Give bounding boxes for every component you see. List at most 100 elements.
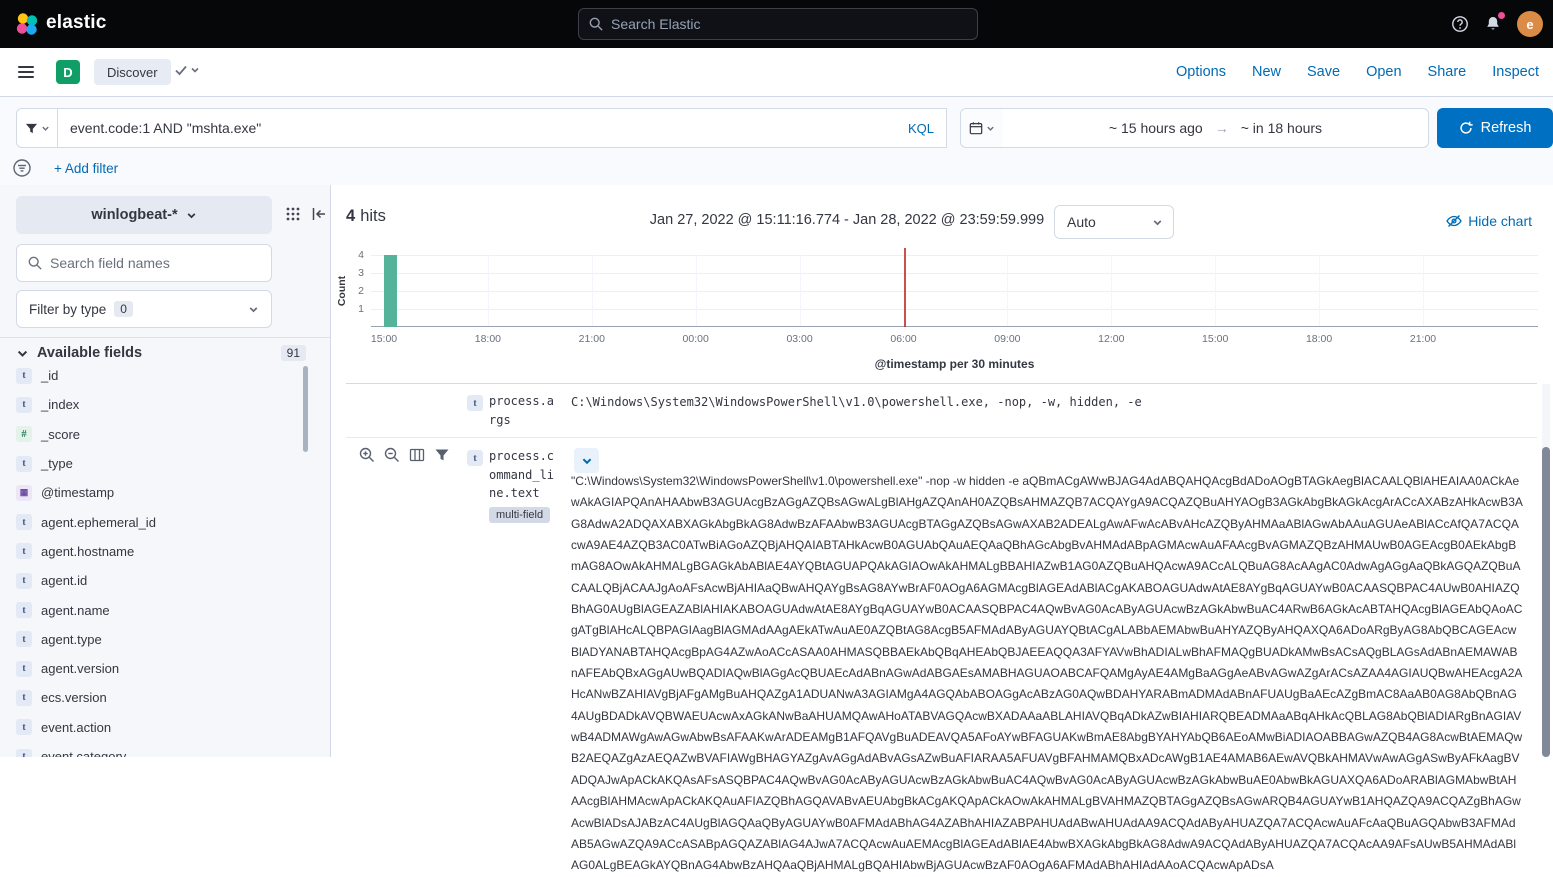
field-list-item[interactable]: t agent.id [0,566,302,595]
collapse-value-button[interactable] [574,448,599,473]
field-name: ecs.version [41,690,107,706]
field-list-item[interactable]: t event.category [0,742,302,757]
filter-for-value-icon[interactable] [359,447,375,463]
query-language-button[interactable]: KQL [908,121,934,136]
chevron-down-icon [41,126,49,131]
x-axis-tick-label: 18:00 [1305,333,1333,345]
chart-gridline-v [1423,255,1424,327]
field-type-icon: t [467,450,483,466]
field-list: t _id t _index # _score t _type ▦ @times… [0,361,302,757]
refresh-label: Refresh [1480,120,1532,136]
elastic-logo-icon[interactable] [14,11,40,37]
time-marker-line [903,248,906,327]
field-list-item[interactable]: t agent.ephemeral_id [0,507,302,536]
field-type-icon: ▦ [16,484,32,501]
date-quick-select-button[interactable] [960,108,1004,148]
nav-action-link[interactable]: Share [1428,64,1467,80]
x-axis-tick-label: 18:00 [474,333,502,345]
field-list-item[interactable]: t agent.hostname [0,537,302,566]
field-name: agent.name [41,602,110,618]
index-pattern-switcher[interactable]: winlogbeat-* [16,196,272,234]
filter-by-type-select[interactable]: Filter by type 0 [16,290,272,328]
breadcrumb[interactable]: Discover [94,59,171,85]
filter-settings-icon[interactable] [12,158,32,178]
nav-action-link[interactable]: Options [1176,64,1226,80]
filter-out-value-icon[interactable] [384,447,400,463]
x-axis-tick-label: 00:00 [682,333,709,345]
field-type-icon: t [16,689,32,706]
sidebar-scrollbar-thumb[interactable] [303,366,308,452]
global-header: elastic Search Elastic e [0,0,1553,48]
doc-row-actions [359,447,450,463]
histogram-interval-select[interactable]: Auto [1054,205,1174,239]
chevron-down-icon [187,212,196,218]
field-type-icon: t [16,396,32,413]
search-icon [28,256,42,270]
field-search-placeholder: Search field names [50,255,170,271]
table-scrollbar-thumb[interactable] [1542,447,1550,757]
chevron-down-icon [17,350,28,357]
x-axis-tick-label: 21:00 [578,333,605,345]
query-input[interactable]: event.code:1 AND "mshta.exe" KQL [57,108,947,148]
field-list-item[interactable]: t _id [0,361,302,390]
field-type-icon: t [16,572,32,589]
chart-gridline-v [591,255,593,327]
filter-by-type-label: Filter by type [29,301,107,317]
field-options-icon[interactable] [285,206,301,222]
nav-action-link[interactable]: Inspect [1492,64,1539,80]
calendar-icon [969,122,983,135]
field-list-item[interactable]: t agent.type [0,625,302,654]
x-axis-tick-label: 06:00 [890,333,917,345]
time-range-end[interactable]: ~ in 18 hours [1241,120,1322,136]
hide-chart-button[interactable]: Hide chart [1446,213,1532,229]
top-nav-actions: Options New Save Open Share Inspect [1176,48,1539,96]
field-name: _type [41,456,73,472]
field-type-icon: t [16,514,32,531]
user-avatar[interactable]: e [1517,11,1543,37]
doc-row-divider [346,437,1537,438]
time-range-start[interactable]: ~ 15 hours ago [1109,120,1203,136]
field-name: agent.type [41,631,102,647]
field-list-item[interactable]: t agent.name [0,595,302,624]
nav-action-link[interactable]: New [1252,64,1281,80]
notifications-bell-icon[interactable] [1484,12,1505,33]
nav-action-link[interactable]: Open [1366,64,1401,80]
field-search-input[interactable]: Search field names [16,244,272,282]
chevron-down-icon [249,306,258,312]
histogram-plot[interactable]: 1 2 3 4 15:00 18:00 21:00 00:00 03:00 06:00 09:00 1… [358,248,1538,345]
refresh-button[interactable]: Refresh [1437,108,1553,148]
chart-gridline-v [695,255,697,327]
filter-icon [25,123,37,133]
toggle-column-icon[interactable] [409,447,425,463]
field-list-item[interactable]: # _score [0,420,302,449]
arrow-right-icon: → [1214,120,1229,136]
add-filter-button[interactable]: + Add filter [54,161,118,176]
x-axis-tick-label: 09:00 [994,333,1021,345]
app-navbar: D Discover Options New Save Open Share I… [0,48,1553,97]
saved-query-menu-button[interactable] [16,108,58,148]
sidebar-divider [0,337,330,338]
filter-for-field-present-icon[interactable] [434,447,450,463]
chart-gridline-v [1319,255,1321,327]
field-list-item[interactable]: ▦ @timestamp [0,478,302,507]
saved-search-menu[interactable] [174,63,200,77]
available-fields-header[interactable]: Available fields 91 [16,345,306,361]
chart-gridline-v [1111,255,1113,327]
field-list-item[interactable]: t _index [0,390,302,419]
header-actions: e [1451,0,1543,48]
refresh-icon [1460,121,1473,134]
field-list-item[interactable]: t _type [0,449,302,478]
field-list-item[interactable]: t event.action [0,713,302,742]
field-list-item[interactable]: t ecs.version [0,683,302,712]
help-icon[interactable] [1451,15,1469,33]
histogram-bar[interactable] [384,255,397,327]
collapse-sidebar-icon[interactable] [311,206,327,222]
global-search-input[interactable]: Search Elastic [578,8,978,40]
menu-hamburger-icon[interactable] [16,62,36,82]
nav-action-link[interactable]: Save [1307,64,1340,80]
field-name: _id [41,368,59,384]
time-range-picker: ~ 15 hours ago → ~ in 18 hours [1003,108,1429,148]
space-badge[interactable]: D [56,60,80,84]
field-list-item[interactable]: t agent.version [0,654,302,683]
y-axis-tick-label: 3 [358,267,364,279]
